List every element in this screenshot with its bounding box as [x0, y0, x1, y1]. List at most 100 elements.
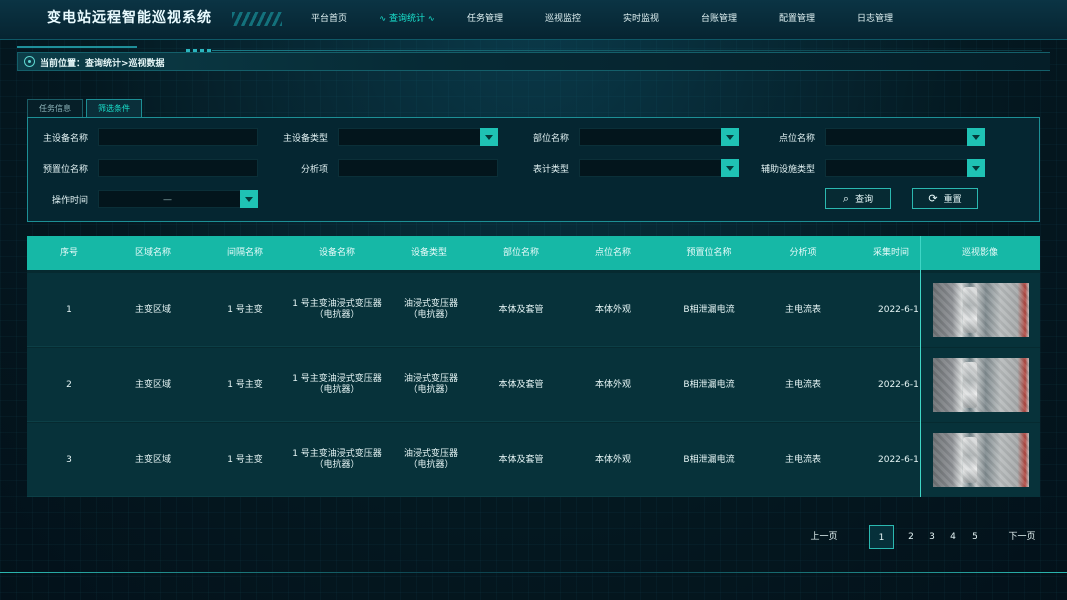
title-decoration: [232, 12, 282, 26]
tab-bar: 任务信息 筛选条件: [27, 99, 145, 117]
nav-item-ledger-management[interactable]: 台账管理: [680, 0, 758, 38]
cell-area: 主变区域: [134, 379, 171, 390]
operation-time-picker[interactable]: —: [98, 190, 258, 208]
cell-part: 本体及套管: [498, 454, 544, 465]
table-row[interactable]: 3 主变区域 1 号主变 1 号主变油浸式变压器（电抗器） 油浸式变压器（电抗器…: [27, 423, 1040, 497]
nav-item-label: 查询统计: [388, 14, 425, 24]
cell-time: 2022-6-1 0: [878, 379, 920, 390]
aux-facility-type-select[interactable]: [825, 159, 985, 177]
tab-filter-conditions[interactable]: 筛选条件: [86, 99, 142, 117]
cell-device-type: 油浸式变压器（电抗器）: [403, 374, 458, 395]
main-device-name-label: 主设备名称: [42, 134, 88, 144]
table-row[interactable]: 2 主变区域 1 号主变 1 号主变油浸式变压器（电抗器） 油浸式变压器（电抗器…: [27, 348, 1040, 422]
cell-analysis: 主电流表: [784, 454, 821, 465]
cell-preset: B相泄漏电流: [683, 454, 735, 465]
main-nav: 平台首页 ∿ 查询统计 ∿ 任务管理 巡视监控 实时监视 台账管理 配置管理 日…: [290, 0, 914, 38]
point-name-select[interactable]: [825, 128, 985, 146]
cell-part: 本体及套管: [498, 379, 544, 390]
main-device-name-input[interactable]: [98, 128, 258, 146]
prev-page-button[interactable]: 上一页: [806, 525, 842, 549]
cell-time: 2022-6-1 0: [878, 454, 920, 465]
nav-item-home[interactable]: 平台首页: [290, 0, 368, 38]
cell-index: 3: [66, 454, 72, 465]
cell-device: 1 号主变油浸式变压器（电抗器）: [292, 449, 382, 470]
column-header: 序号: [59, 248, 78, 258]
reset-button[interactable]: ⟳ 重置: [912, 188, 978, 209]
patrol-image-thumbnail[interactable]: [933, 358, 1029, 412]
page-button[interactable]: 5: [968, 525, 982, 549]
cell-device-type: 油浸式变压器（电抗器）: [403, 299, 458, 320]
cell-preset: B相泄漏电流: [683, 304, 735, 315]
cell-point: 本体外观: [594, 304, 631, 315]
cell-index: 2: [66, 379, 72, 390]
reset-button-label: 重置: [943, 195, 962, 205]
page-button[interactable]: 4: [946, 525, 960, 549]
query-button-label: 查询: [855, 195, 874, 205]
patrol-image-thumbnail[interactable]: [933, 433, 1029, 487]
column-header: 区域名称: [134, 248, 171, 258]
refresh-icon: ⟳: [928, 192, 938, 205]
page-button[interactable]: 3: [925, 525, 939, 549]
column-header: 分析项: [789, 248, 817, 258]
patrol-image-thumbnail[interactable]: [933, 283, 1029, 337]
table-row[interactable]: 1 主变区域 1 号主变 1 号主变油浸式变压器（电抗器） 油浸式变压器（电抗器…: [27, 273, 1040, 347]
main-device-type-label: 主设备类型: [282, 134, 328, 144]
search-icon: ⌕: [842, 191, 850, 205]
app-title: 变电站远程智能巡视系统: [47, 10, 212, 26]
chevron-down-icon[interactable]: [967, 159, 985, 177]
main-device-type-select[interactable]: [338, 128, 498, 146]
cell-bay: 1 号主变: [227, 454, 263, 465]
preset-name-input[interactable]: [98, 159, 258, 177]
pulse-icon: ∿: [427, 14, 435, 23]
filter-panel: 主设备名称 主设备类型 部位名称 点位名称 预置位名称 分析项 表计类型 辅助设…: [27, 117, 1040, 222]
column-header: 点位名称: [594, 248, 631, 258]
nav-item-config-management[interactable]: 配置管理: [758, 0, 836, 38]
operation-time-value: —: [163, 195, 172, 205]
chevron-down-icon[interactable]: [967, 128, 985, 146]
location-icon: [24, 56, 35, 67]
meter-type-select[interactable]: [579, 159, 739, 177]
top-header: 变电站远程智能巡视系统 平台首页 ∿ 查询统计 ∿ 任务管理 巡视监控 实时监视…: [0, 0, 1067, 40]
footer-divider: [0, 572, 1067, 573]
nav-item-realtime-monitor[interactable]: 实时监视: [602, 0, 680, 38]
nav-item-query-stats[interactable]: ∿ 查询统计 ∿: [368, 0, 446, 38]
cell-bay: 1 号主变: [227, 304, 263, 315]
part-name-label: 部位名称: [532, 134, 569, 144]
part-name-select[interactable]: [579, 128, 739, 146]
table-header: 序号 区域名称 间隔名称 设备名称 设备类型 部位名称 点位名称 预置位名称 分…: [27, 236, 1040, 270]
image-cell: [921, 348, 1040, 422]
preset-name-label: 预置位名称: [42, 165, 88, 175]
cell-area: 主变区域: [134, 304, 171, 315]
cell-index: 1: [66, 304, 72, 315]
column-header: 间隔名称: [226, 248, 263, 258]
next-page-button[interactable]: 下一页: [1004, 525, 1040, 549]
chevron-down-icon[interactable]: [480, 128, 498, 146]
data-table: 序号 区域名称 间隔名称 设备名称 设备类型 部位名称 点位名称 预置位名称 分…: [27, 236, 1040, 497]
cell-preset: B相泄漏电流: [683, 379, 735, 390]
page-button-current[interactable]: 1: [869, 525, 894, 549]
nav-item-task-management[interactable]: 任务管理: [446, 0, 524, 38]
chevron-down-icon[interactable]: [721, 159, 739, 177]
chevron-down-icon[interactable]: [721, 128, 739, 146]
cell-area: 主变区域: [134, 454, 171, 465]
page-button[interactable]: 2: [904, 525, 918, 549]
breadcrumb: 当前位置：查询统计>巡视数据: [17, 52, 1050, 71]
cell-time: 2022-6-1 0: [878, 304, 920, 315]
analysis-item-label: 分析项: [300, 165, 328, 175]
analysis-item-input[interactable]: [338, 159, 498, 177]
column-header: 部位名称: [502, 248, 539, 258]
operation-time-label: 操作时间: [51, 196, 88, 206]
query-button[interactable]: ⌕ 查询: [825, 188, 891, 209]
chevron-down-icon[interactable]: [240, 190, 258, 208]
patrol-image-column: [920, 236, 1040, 497]
cell-point: 本体外观: [594, 454, 631, 465]
tab-task-info[interactable]: 任务信息: [27, 99, 83, 117]
breadcrumb-text: 当前位置：查询统计>巡视数据: [40, 59, 165, 69]
nav-item-log-management[interactable]: 日志管理: [836, 0, 914, 38]
image-cell: [921, 273, 1040, 347]
meter-type-label: 表计类型: [532, 165, 569, 175]
nav-item-patrol-monitor[interactable]: 巡视监控: [524, 0, 602, 38]
cell-analysis: 主电流表: [784, 379, 821, 390]
cell-device: 1 号主变油浸式变压器（电抗器）: [292, 299, 382, 320]
column-header: 设备名称: [318, 248, 355, 258]
